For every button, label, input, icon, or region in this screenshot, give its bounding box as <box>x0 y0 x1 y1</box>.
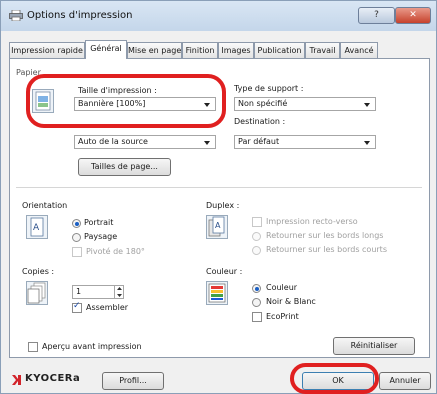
kyocera-logo-icon <box>12 375 21 385</box>
chevron-down-icon <box>364 103 370 107</box>
color-bars-icon <box>206 281 228 305</box>
svg-text:A: A <box>33 223 40 233</box>
general-panel: Papier Taille d'impression : Bannière [1… <box>9 58 430 358</box>
cancel-button[interactable]: Annuler <box>379 372 431 390</box>
print-preview-checkbox[interactable] <box>28 342 38 352</box>
duplex-print-label: Impression recto-verso <box>266 217 358 226</box>
destination-value: Par défaut <box>238 137 280 146</box>
tab-advanced[interactable]: Avancé <box>340 42 378 58</box>
chevron-down-icon <box>204 103 210 107</box>
chevron-down-icon <box>364 141 370 145</box>
bw-option-label: Noir & Blanc <box>266 297 316 306</box>
tab-quick-print[interactable]: Impression rapide <box>9 42 85 58</box>
window-title: Options d'impression <box>27 10 133 21</box>
page-sizes-button[interactable]: Tailles de page... <box>78 158 171 176</box>
portrait-radio[interactable] <box>72 219 81 228</box>
duplex-label: Duplex : <box>206 201 240 210</box>
media-type-value: Non spécifié <box>238 99 288 108</box>
color-radio[interactable] <box>252 284 261 293</box>
close-button[interactable]: ✕ <box>395 7 431 24</box>
printer-icon <box>9 10 23 21</box>
brand-name: KYOCERa <box>25 373 81 384</box>
rotate-180-checkbox[interactable] <box>72 247 82 257</box>
print-options-dialog: Options d'impression ? ✕ Impression rapi… <box>0 0 437 394</box>
print-preview-label: Aperçu avant impression <box>42 342 142 351</box>
orientation-label: Orientation <box>22 201 68 210</box>
title-bar: Options d'impression ? ✕ <box>1 1 436 31</box>
print-size-value: Bannière [100%] <box>78 99 146 108</box>
divider <box>16 187 422 188</box>
reset-button[interactable]: Réinitialiser <box>333 337 415 355</box>
tab-general[interactable]: Général <box>85 40 127 59</box>
color-label: Couleur : <box>206 267 243 276</box>
destination-select[interactable]: Par défaut <box>234 135 376 149</box>
ok-button[interactable]: OK <box>302 372 374 390</box>
ecoprint-label: EcoPrint <box>266 312 299 321</box>
profile-button[interactable]: Profil... <box>102 372 164 390</box>
print-size-label: Taille d'impression : <box>78 86 157 95</box>
collate-label: Assembler <box>86 303 129 312</box>
color-option-label: Couleur <box>266 283 298 292</box>
media-type-label: Type de support : <box>234 84 304 93</box>
copies-label: Copies : <box>22 267 55 276</box>
copies-stepper[interactable] <box>114 285 124 299</box>
paper-icon <box>32 89 54 113</box>
rotate-180-label: Pivoté de 180° <box>86 247 145 256</box>
help-button[interactable]: ? <box>358 7 395 24</box>
tab-finishing[interactable]: Finition <box>182 42 218 58</box>
destination-label: Destination : <box>234 117 286 126</box>
paper-source-value: Auto de la source <box>78 137 148 146</box>
portrait-label: Portrait <box>84 218 114 227</box>
flip-short-label: Retourner sur les bords courts <box>266 245 387 254</box>
tab-images[interactable]: Images <box>218 42 254 58</box>
tab-job[interactable]: Travail <box>305 42 340 58</box>
duplex-page-icon: A <box>206 215 228 239</box>
copies-value: 1 <box>76 287 82 296</box>
collate-checkbox[interactable] <box>72 301 82 313</box>
tab-publishing[interactable]: Publication <box>254 42 305 58</box>
tab-layout[interactable]: Mise en page <box>127 42 182 58</box>
media-type-select[interactable]: Non spécifié <box>234 97 376 111</box>
ecoprint-checkbox[interactable] <box>252 312 262 322</box>
copies-stack-icon <box>26 281 48 305</box>
chevron-down-icon <box>204 141 210 145</box>
flip-short-radio[interactable] <box>252 246 261 255</box>
svg-text:A: A <box>215 221 221 230</box>
print-size-select[interactable]: Bannière [100%] <box>74 97 216 111</box>
landscape-radio[interactable] <box>72 233 81 242</box>
duplex-checkbox[interactable] <box>252 217 262 227</box>
landscape-label: Paysage <box>84 232 118 241</box>
paper-group-label: Papier <box>16 68 41 77</box>
flip-long-label: Retourner sur les bords longs <box>266 231 384 240</box>
portrait-page-icon: A <box>26 215 48 239</box>
flip-long-radio[interactable] <box>252 232 261 241</box>
paper-source-select[interactable]: Auto de la source <box>74 135 216 149</box>
bw-radio[interactable] <box>252 298 261 307</box>
